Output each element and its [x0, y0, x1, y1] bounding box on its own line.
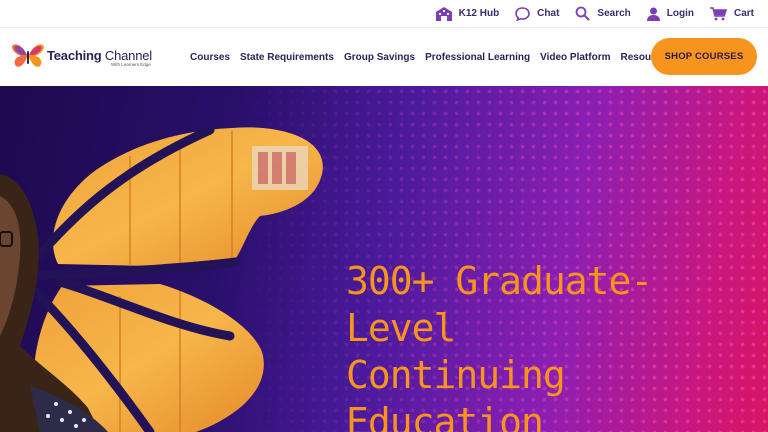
hero-heading-line-2: Level [346, 306, 456, 350]
search-icon [575, 6, 591, 21]
user-icon [646, 7, 660, 21]
cart-icon [709, 6, 727, 21]
k12hub-label: K12 Hub [458, 8, 500, 19]
hero-banner: 300+ Graduate- Level Continuing Educatio… [0, 86, 768, 432]
login-label: Login [666, 8, 694, 19]
cart-link[interactable]: Cart [709, 6, 754, 21]
school-icon [435, 6, 452, 21]
nav-courses[interactable]: Courses [190, 52, 230, 63]
primary-nav: Courses State Requirements Group Savings… [190, 28, 672, 87]
nav-group-savings[interactable]: Group Savings [344, 52, 415, 63]
chat-icon [515, 6, 530, 21]
cart-label: Cart [733, 8, 754, 19]
butterfly-logo-icon [11, 42, 45, 75]
k12hub-link[interactable]: K12 Hub [435, 6, 500, 21]
butterfly-wing-photo [0, 125, 323, 432]
search-label: Search [597, 8, 631, 19]
hero-heading: 300+ Graduate- Level Continuing Educatio… [346, 258, 746, 432]
logo-tagline: With Learners Edge [111, 62, 151, 68]
nav-state-requirements[interactable]: State Requirements [240, 52, 334, 63]
hero-heading-line-1: 300+ Graduate- [346, 259, 653, 303]
chat-label: Chat [537, 8, 560, 19]
utility-bar: K12 Hub Chat Search Login Cart [0, 0, 768, 27]
nav-professional-learning[interactable]: Professional Learning [425, 52, 530, 63]
shop-courses-button[interactable]: SHOP COURSES [651, 38, 757, 75]
nav-video-platform[interactable]: Video Platform [540, 52, 610, 63]
search-link[interactable]: Search [575, 6, 631, 21]
hero-heading-line-3: Continuing [346, 353, 566, 397]
teaching-channel-logo[interactable]: Teaching Channel With Learners Edge [11, 42, 152, 75]
logo-wordmark: Teaching Channel [47, 48, 152, 64]
main-header: Teaching Channel With Learners Edge Cour… [0, 27, 768, 86]
login-link[interactable]: Login [646, 7, 694, 21]
chat-link[interactable]: Chat [515, 6, 560, 21]
hero-heading-line-4: Education [346, 400, 544, 432]
